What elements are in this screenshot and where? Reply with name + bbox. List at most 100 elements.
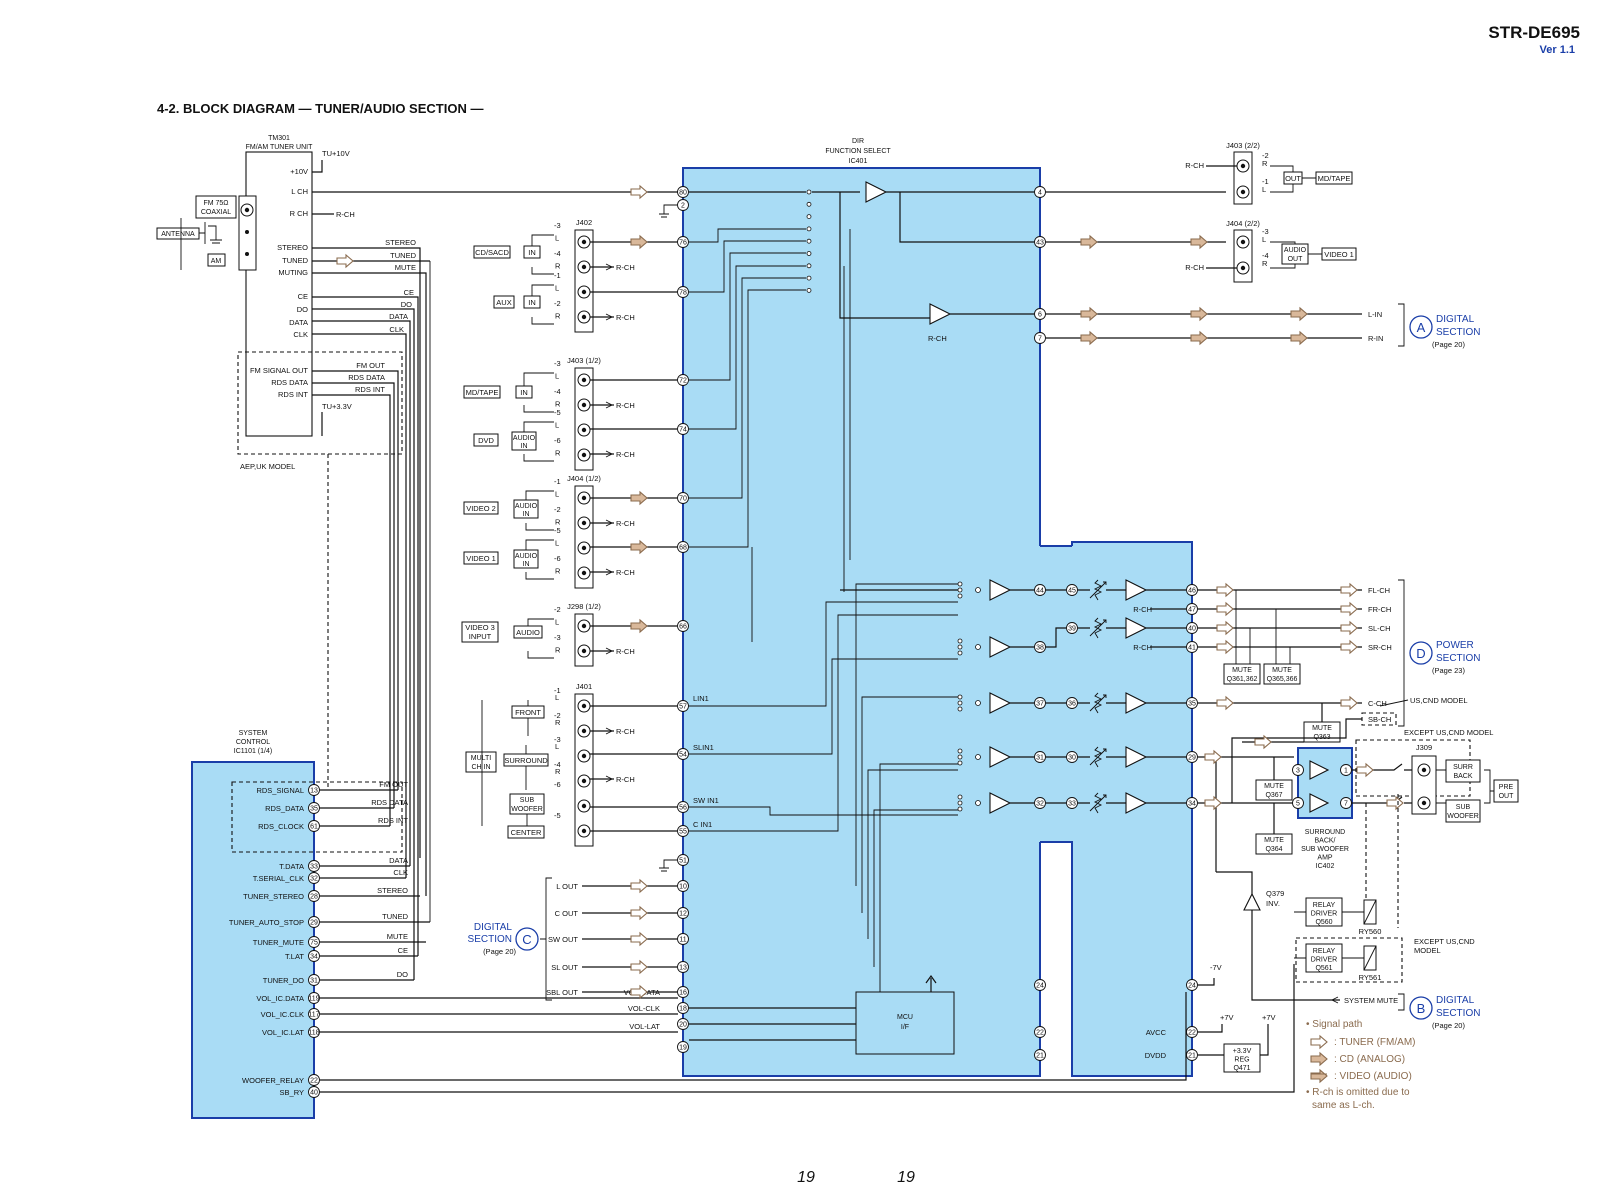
tape-out-wires	[1046, 191, 1226, 243]
input-6-pin-2: -3	[554, 633, 561, 642]
page-title: 4-2. BLOCK DIAGRAM — TUNER/AUDIO SECTION…	[157, 101, 483, 116]
ic401-in-arrow-6	[630, 491, 648, 505]
input-4-pin-0: -1	[554, 477, 561, 486]
mcu-label: MCU	[897, 1014, 913, 1021]
sysctrl-sig-11: VOL-CLK	[628, 1004, 660, 1013]
legend-note2: same as L-ch.	[1312, 1100, 1375, 1111]
ic401-name2: FUNCTION SELECT	[825, 148, 891, 155]
j403a-label-jack-3	[577, 448, 591, 462]
ic401-right-pin-0: 4	[1038, 190, 1042, 197]
power-d-arrow-0-3	[1216, 640, 1234, 654]
input-0-pin-3: R	[555, 262, 561, 271]
legend-video: : VIDEO (AUDIO)	[1334, 1071, 1412, 1082]
input-0-sub: IN	[528, 248, 536, 257]
vol-out-pin-3: 41	[1188, 645, 1196, 652]
sysctrl-name3: IC1101 (1/4)	[234, 748, 272, 755]
j401-label-jack-0	[577, 699, 591, 713]
antenna-label: ANTENNA	[161, 231, 195, 238]
sysctrl-pin-8: 34	[310, 954, 318, 961]
multi-pin-5: L	[555, 742, 559, 751]
ic401-name1: DIR	[852, 138, 864, 145]
ch-switch-2-0	[957, 694, 963, 700]
vol-in-pin-2: 36	[1068, 701, 1076, 708]
ic402-pin-7: 7	[1344, 801, 1348, 808]
out-label-1: OUT	[1285, 174, 1301, 183]
power-d-arrow-1-3	[1340, 640, 1358, 654]
power-d-page: (Page 23)	[1432, 666, 1465, 675]
rch-tap-label-5: R-CH	[616, 568, 635, 577]
multi-pin-9: -5	[554, 811, 561, 820]
sysctrl-pin-name-6: TUNER_AUTO_STOP	[229, 918, 304, 927]
input-5-name: VIDEO 1	[466, 554, 496, 563]
power-d-line2: SECTION	[1436, 653, 1480, 664]
ic401-left-pin-4: 72	[679, 378, 687, 385]
vol-rch-1: R-CH	[1133, 605, 1152, 614]
mute-taps	[1235, 590, 1291, 664]
m7v-label: -7V	[1210, 963, 1222, 972]
power-d-signal-5: SB-CH	[1368, 715, 1391, 724]
power-d-arrow-1-0	[1340, 583, 1358, 597]
sysctrl-pin-name-11: VOL_IC.CLK	[261, 1010, 304, 1019]
ic401-left-pin-8: 66	[679, 624, 687, 631]
ic401-left-pin-18: 16	[679, 990, 687, 997]
p7v-label-1: +7V	[1220, 1013, 1234, 1022]
j298-label: J298 (1/2)	[567, 602, 601, 611]
digital-a-rch: R-CH	[928, 334, 947, 343]
j403a-label: J403 (1/2)	[567, 356, 601, 365]
mute-q367-l1: MUTE	[1264, 783, 1284, 790]
ic402-label-2: SUB WOOFER	[1301, 846, 1349, 853]
sysctrl-pin-7: 75	[310, 940, 318, 947]
power-d-brace	[1398, 579, 1405, 727]
sysctrl-sig-0: FM OUT	[379, 780, 408, 789]
bus-mute: MUTE	[395, 263, 416, 272]
reg-q471-l1: REG	[1234, 1057, 1249, 1064]
ch-switch-com-0	[975, 587, 981, 593]
tuner-ref: TM301	[268, 135, 290, 142]
digital-c-arrow-3	[630, 960, 648, 974]
sysctrl-pin-12: 118	[308, 1030, 319, 1037]
pin24-right: 24	[1188, 983, 1196, 990]
pin55-label: C IN1	[693, 820, 712, 829]
ic401-left-pin-15: 12	[679, 911, 687, 918]
mute-q365-l1: MUTE	[1272, 667, 1292, 674]
power-d-arrow-0-4	[1216, 696, 1234, 710]
j402-label-jack-1	[577, 260, 591, 274]
ic401-left-pin-14: 10	[679, 884, 687, 891]
ic401-right-pin-6: 37	[1036, 701, 1044, 708]
input-3-sub-1: AUDIO	[513, 435, 536, 442]
input-5-pin-1: L	[555, 539, 559, 548]
mdtape-label: MD/TAPE	[1318, 174, 1351, 183]
mute-q364-l2: Q364	[1265, 846, 1282, 853]
j401-label-jack-3	[577, 774, 591, 788]
bus-tuned: TUNED	[390, 251, 416, 260]
rch-tap-label-3: R-CH	[616, 450, 635, 459]
digital-a-arrow-r-0	[1080, 331, 1098, 345]
mcu-if-block	[855, 991, 955, 1055]
input-1-pin-3: R	[555, 312, 561, 321]
j403b-label: J403 (2/2)	[1226, 141, 1260, 150]
j404a-label-jack-1	[577, 516, 591, 530]
sub-woofer-1: SUB	[1456, 804, 1471, 811]
sysctrl-pin-1: 35	[310, 806, 318, 813]
tuner-pin-tuned: TUNED	[282, 256, 308, 265]
ic401-right-pin-7: 31	[1036, 755, 1044, 762]
power-d-signal-4: C-CH	[1368, 699, 1387, 708]
p7v-label-2: +7V	[1262, 1013, 1276, 1022]
selector-contact-3	[806, 226, 812, 232]
digital-c-arrow-1	[630, 906, 648, 920]
input-3-pin-2: -6	[554, 436, 561, 445]
rch-tap-label-2: R-CH	[616, 401, 635, 410]
pin51-ground	[659, 859, 677, 872]
j402-label-jack-3	[577, 310, 591, 324]
j403a-label-jack-0	[577, 373, 591, 387]
digital-c-page: (Page 20)	[483, 947, 516, 956]
ic402-label-1: BACK/	[1314, 838, 1335, 845]
input-2-pin-0: -3	[554, 359, 561, 368]
input-2-sub: IN	[520, 388, 528, 397]
ic401-left-pin-13: 51	[679, 858, 687, 865]
us-cnd-note: US,CND MODEL	[1410, 696, 1468, 705]
j298-label-jack-1	[577, 644, 591, 658]
sysctrl-pin-0: 13	[310, 788, 318, 795]
input-6-pin-1: L	[555, 618, 559, 627]
ic401-left-pin-19: 18	[679, 1006, 687, 1013]
